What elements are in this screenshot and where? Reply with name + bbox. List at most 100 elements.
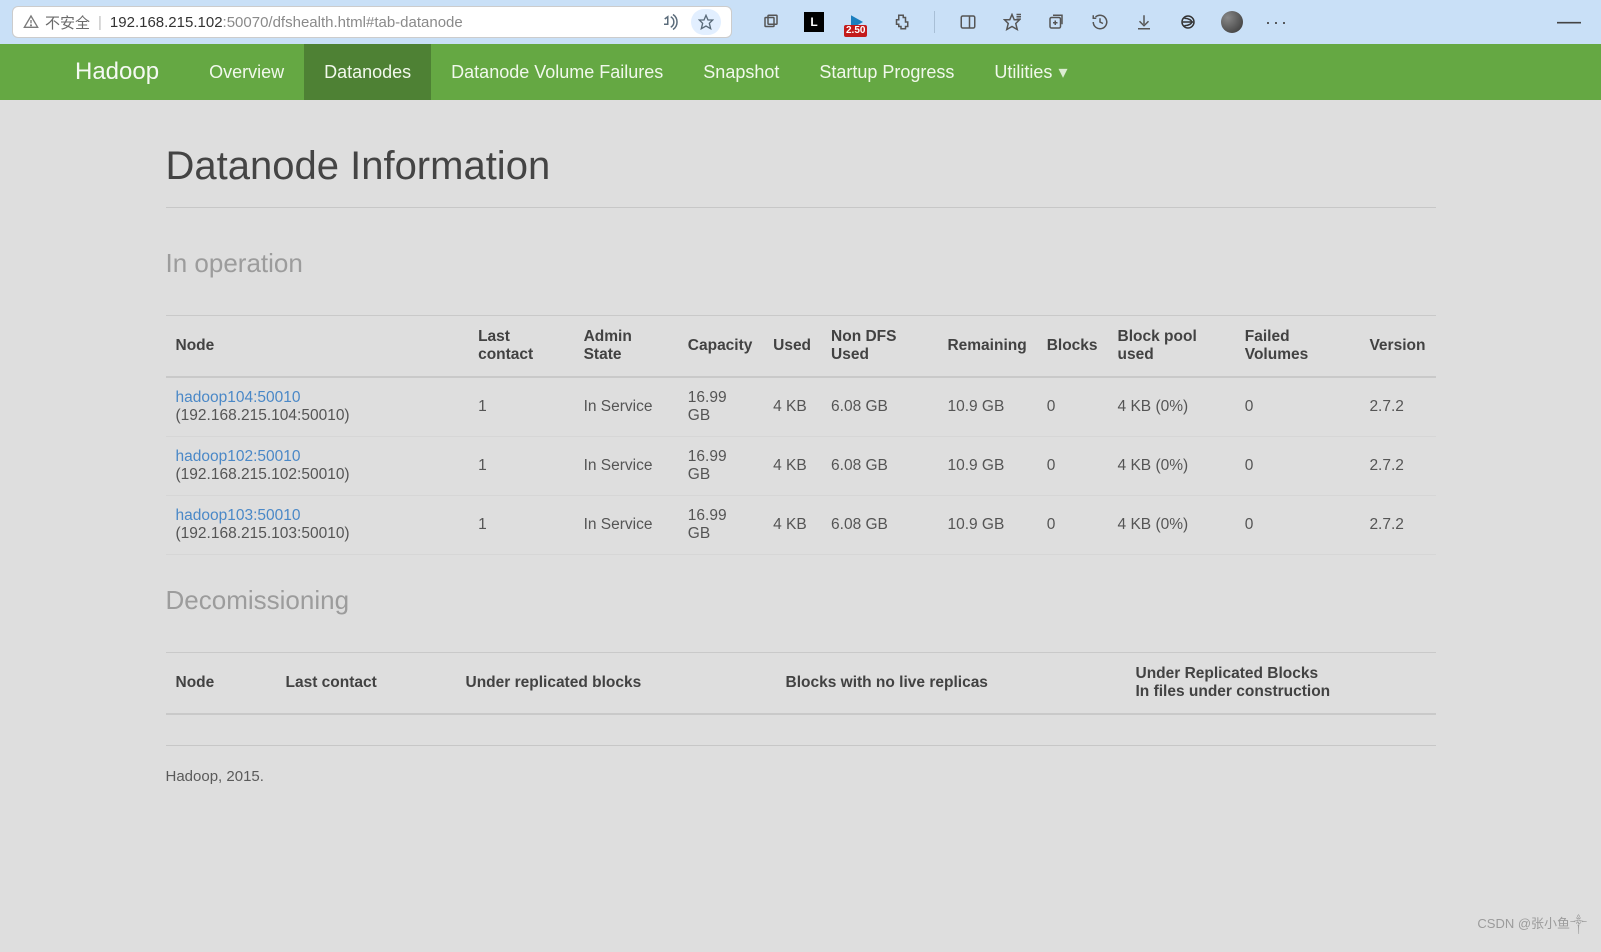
col-remaining: Remaining [937,316,1036,378]
nav-item-overview[interactable]: Overview [189,44,304,100]
watermark: CSDN @张小鱼༒ [1477,909,1587,946]
col-blocks: Blocks [1037,316,1108,378]
decomissioning-heading: Decomissioning [166,585,1436,616]
address-bar[interactable]: 不安全 | 192.168.215.102:50070/dfshealth.ht… [12,6,732,38]
in-operation-table: NodeLast contactAdmin StateCapacityUsedN… [166,315,1436,555]
favorites-icon[interactable] [1001,11,1023,33]
sidebar-toggle-icon[interactable] [957,11,979,33]
url-text: 192.168.215.102:50070/dfshealth.html#tab… [110,14,463,31]
col-under-replicated-construction: Under Replicated Blocks In files under c… [1126,653,1436,715]
content-container: Datanode Information In operation NodeLa… [166,100,1436,805]
cell-block-pool-used: 4 KB (0%) [1108,377,1235,437]
cell-blocks: 0 [1037,496,1108,555]
cell-blocks: 0 [1037,377,1108,437]
node-link[interactable]: hadoop103:50010 [176,507,301,524]
cell-block-pool-used: 4 KB (0%) [1108,496,1235,555]
cell-admin-state: In Service [574,496,678,555]
col-last-contact: Last contact [468,316,573,378]
chevron-down-icon: ▾ [1058,62,1067,83]
extension-l-icon[interactable]: L [804,12,824,32]
downloads-icon[interactable] [1133,11,1155,33]
nav-item-utilities[interactable]: Utilities▾ [974,44,1087,100]
table-row: hadoop102:50010 (192.168.215.102:50010)1… [166,437,1436,496]
collections-icon[interactable] [1045,11,1067,33]
tabs-icon[interactable] [760,11,782,33]
idm-extension-icon[interactable]: 2.50 [846,11,868,33]
node-link[interactable]: hadoop104:50010 [176,389,301,406]
browser-chrome: 不安全 | 192.168.215.102:50070/dfshealth.ht… [0,0,1601,44]
url-path: :50070/dfshealth.html#tab-datanode [223,14,463,31]
cell-remaining: 10.9 GB [937,377,1036,437]
col-non-dfs-used: Non DFS Used [821,316,937,378]
cell-capacity: 16.99 GB [678,437,763,496]
table-row: hadoop104:50010 (192.168.215.104:50010) 1… [166,377,1436,437]
page-title: Datanode Information [166,100,1436,207]
table-header-row: NodeLast contactAdmin StateCapacityUsedN… [166,316,1436,378]
table-row: hadoop103:50010 (192.168.215.103:50010) 1… [166,496,1436,555]
node-link[interactable]: hadoop102:50010 [176,448,301,465]
extensions-icon[interactable] [890,11,912,33]
col-no-live-replicas: Blocks with no live replicas [776,653,1126,715]
decomissioning-table: Node Last contact Under replicated block… [166,652,1436,715]
brand[interactable]: Hadoop [75,44,189,100]
history-icon[interactable] [1089,11,1111,33]
cell-remaining: 10.9 GB [937,437,1036,496]
read-aloud-icon[interactable] [661,13,679,31]
nav-item-startup-progress[interactable]: Startup Progress [799,44,974,100]
idm-badge: 2.50 [844,25,867,37]
table-header-row: Node Last contact Under replicated block… [166,653,1436,715]
cell-non-dfs-used: 6.08 GB [821,496,937,555]
footer-text: Hadoop, 2015. [166,768,1436,785]
cell-version: 2.7.2 [1359,496,1435,555]
cell-version: 2.7.2 [1359,377,1435,437]
col-under-replicated: Under replicated blocks [456,653,776,715]
cell-admin-state: In Service [574,377,678,437]
not-secure-text: 不安全 [45,12,90,33]
cell-node: hadoop102:50010 (192.168.215.102:50010) [166,437,469,496]
nav-item-datanode-volume-failures[interactable]: Datanode Volume Failures [431,44,683,100]
cell-capacity: 16.99 GB [678,496,763,555]
url-host: 192.168.215.102 [110,14,223,31]
cell-failed-volumes: 0 [1235,377,1360,437]
nav-items: OverviewDatanodesDatanode Volume Failure… [189,44,1087,100]
cell-node: hadoop104:50010 (192.168.215.104:50010) [166,377,469,437]
cell-used: 4 KB [763,437,821,496]
star-icon [698,14,714,30]
browser-toolbar: L 2.50 ··· — [732,8,1591,36]
page-scroll[interactable]: Datanode Information In operation NodeLa… [0,100,1601,952]
window-minimize-button[interactable]: — [1547,8,1591,36]
col-node: Node [166,316,469,378]
cell-non-dfs-used: 6.08 GB [821,437,937,496]
favorite-button[interactable] [691,9,721,35]
col-used: Used [763,316,821,378]
browser-left: 不安全 | 192.168.215.102:50070/dfshealth.ht… [10,6,732,38]
cell-block-pool-used: 4 KB (0%) [1108,437,1235,496]
hadoop-navbar: Hadoop OverviewDatanodesDatanode Volume … [0,44,1601,100]
footer-divider [166,745,1436,746]
profile-avatar[interactable] [1221,11,1243,33]
more-menu-icon[interactable]: ··· [1265,12,1289,33]
cell-last-contact: 1 [468,437,573,496]
col-line1: Under Replicated Blocks [1136,665,1319,682]
node-address: (192.168.215.104:50010) [176,407,350,424]
col-node: Node [166,653,276,715]
toolbar-divider [934,11,935,33]
in-operation-heading: In operation [166,248,1436,279]
not-secure-badge[interactable]: 不安全 [23,12,90,33]
nav-item-snapshot[interactable]: Snapshot [683,44,799,100]
cell-last-contact: 1 [468,496,573,555]
cell-failed-volumes: 0 [1235,437,1360,496]
node-address: (192.168.215.103:50010) [176,525,350,542]
nav-item-datanodes[interactable]: Datanodes [304,44,431,100]
cell-blocks: 0 [1037,437,1108,496]
col-version: Version [1359,316,1435,378]
col-block-pool-used: Block pool used [1108,316,1235,378]
ie-mode-icon[interactable] [1177,11,1199,33]
cell-used: 4 KB [763,496,821,555]
cell-failed-volumes: 0 [1235,496,1360,555]
warning-icon [23,14,39,30]
cell-non-dfs-used: 6.08 GB [821,377,937,437]
cell-admin-state: In Service [574,437,678,496]
url-separator: | [98,14,102,31]
cell-capacity: 16.99 GB [678,377,763,437]
